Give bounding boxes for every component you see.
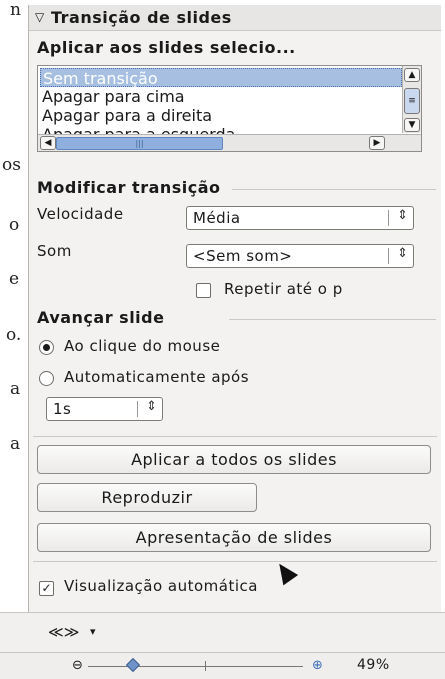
scroll-down-icon[interactable]: ▼: [404, 118, 420, 132]
scroll-left-icon[interactable]: ◀: [40, 136, 56, 150]
list-item[interactable]: Apagar para cima: [40, 87, 402, 106]
dropdown-arrow-icon[interactable]: ▾: [90, 625, 96, 638]
apply-section-heading: Aplicar aos slides selecio...: [37, 38, 296, 57]
speed-label: Velocidade: [37, 205, 124, 223]
background-text: a: [10, 379, 21, 399]
list-item[interactable]: Apagar para a direita: [40, 106, 402, 125]
combo-separator: [388, 210, 389, 226]
list-item[interactable]: Sem transição: [40, 68, 402, 88]
updown-arrows-icon: ⇕: [397, 208, 408, 223]
zoom-slider-track[interactable]: [88, 666, 303, 667]
sound-select[interactable]: <Sem som> ⇕: [186, 244, 414, 268]
scroll-up-icon[interactable]: ▲: [404, 68, 420, 82]
combo-separator: [388, 248, 389, 264]
auto-time-spinner[interactable]: 1s ⇕: [46, 397, 163, 421]
status-bar: ⊖ ⊕ 49%: [0, 652, 445, 679]
background-text: o: [9, 215, 20, 235]
on-click-label: Ao clique do mouse: [64, 337, 221, 355]
transition-list[interactable]: Sem transição Apagar para cima Apagar pa…: [37, 65, 422, 152]
repeat-checkbox[interactable]: [196, 283, 211, 298]
section-divider: [229, 319, 436, 320]
updown-arrows-icon: ⇕: [397, 246, 408, 261]
advance-section-heading: Avançar slide: [37, 308, 165, 327]
navigator-icon[interactable]: ≪≫: [48, 623, 79, 641]
slide-transition-panel: ▽ Transição de slides Aplicar aos slides…: [28, 5, 441, 635]
sound-label: Som: [37, 242, 72, 260]
panel-header[interactable]: ▽ Transição de slides: [29, 5, 441, 31]
slideshow-button[interactable]: Apresentação de slides: [37, 523, 431, 552]
auto-advance-radio[interactable]: [39, 371, 54, 386]
auto-preview-checkbox[interactable]: ✓: [39, 581, 54, 596]
background-text: o.: [6, 325, 22, 345]
scroll-right-icon[interactable]: ▶: [369, 136, 385, 150]
scroll-thumb-icon[interactable]: ≡: [404, 88, 420, 114]
section-divider: [33, 436, 437, 437]
on-click-radio[interactable]: [39, 340, 54, 355]
horizontal-scrollbar[interactable]: ◀ ||| ▶: [38, 134, 421, 151]
zoom-slider-center-tick: [205, 661, 206, 671]
zoom-in-icon[interactable]: ⊕: [312, 658, 323, 673]
speed-value: Média: [193, 209, 241, 227]
auto-advance-label: Automaticamente após: [64, 368, 250, 386]
toolbar-strip: ≪≫ ▾: [0, 612, 445, 653]
apply-all-button[interactable]: Aplicar a todos os slides: [37, 445, 431, 474]
combo-separator: [137, 401, 138, 417]
speed-select[interactable]: Média ⇕: [186, 206, 414, 230]
play-button[interactable]: Reproduzir: [37, 483, 257, 512]
sound-value: <Sem som>: [193, 247, 293, 265]
spin-arrows-icon[interactable]: ⇕: [146, 399, 157, 414]
collapse-triangle-icon[interactable]: ▽: [35, 5, 44, 30]
background-text: n: [10, 0, 21, 20]
background-text: a: [10, 434, 21, 454]
modify-section-heading: Modificar transição: [37, 178, 221, 197]
panel-title: Transição de slides: [51, 8, 232, 27]
section-divider: [33, 561, 437, 562]
auto-time-value: 1s: [53, 400, 72, 418]
horizontal-scroll-thumb[interactable]: |||: [56, 137, 223, 150]
zoom-slider-thumb[interactable]: [125, 657, 141, 673]
zoom-percent[interactable]: 49%: [357, 657, 390, 673]
auto-preview-label: Visualização automática: [64, 577, 258, 595]
repeat-label: Repetir até o p: [224, 280, 343, 298]
section-divider: [232, 189, 436, 190]
background-text: e: [9, 269, 20, 289]
background-text: os: [2, 155, 21, 175]
zoom-out-icon[interactable]: ⊖: [72, 658, 83, 673]
vertical-scrollbar[interactable]: ▲ ≡ ▼: [402, 66, 421, 133]
